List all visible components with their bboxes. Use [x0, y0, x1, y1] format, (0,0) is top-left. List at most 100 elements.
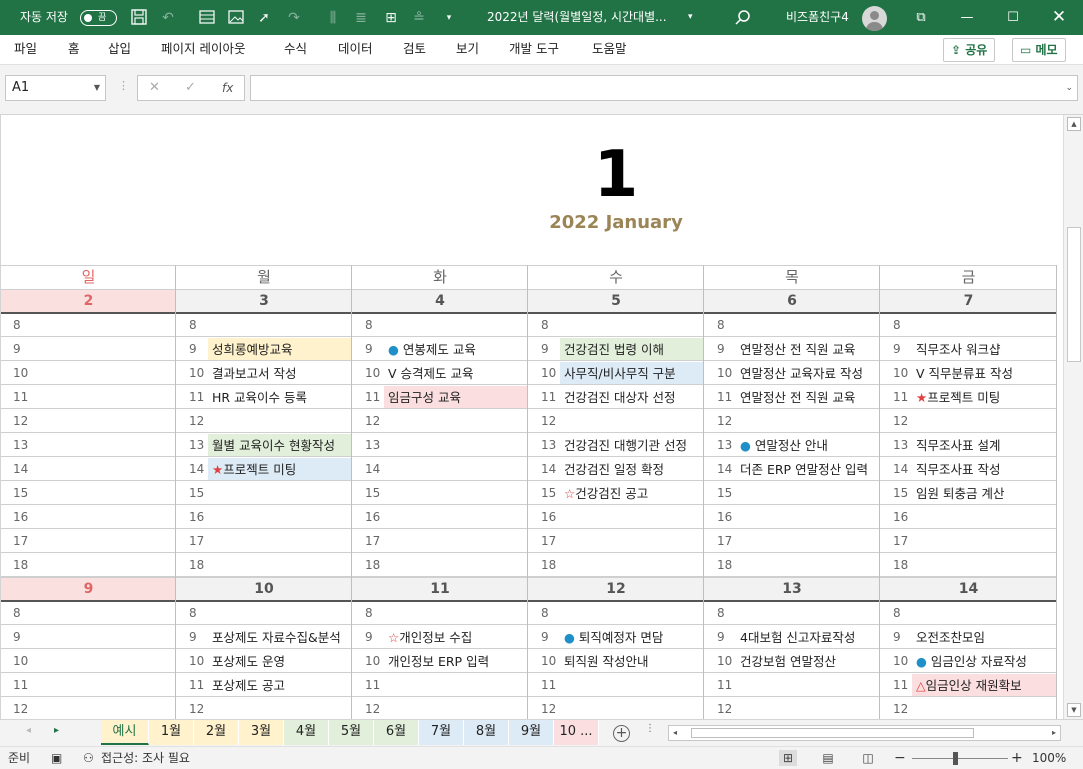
date-cell[interactable]: 7: [880, 289, 1057, 313]
hour-cell[interactable]: 17: [353, 529, 387, 553]
menu-home[interactable]: 홈: [68, 35, 80, 63]
hour-cell[interactable]: 13: [881, 433, 915, 457]
event-cell[interactable]: 사무직/비사무직 구분: [560, 362, 703, 385]
hour-cell[interactable]: 9: [1, 337, 35, 361]
hour-cell[interactable]: 15: [177, 481, 211, 505]
normal-view-icon[interactable]: ⊞: [779, 750, 797, 766]
date-cell[interactable]: 3: [176, 289, 352, 313]
hour-cell[interactable]: 11: [177, 673, 211, 697]
sheet-tab[interactable]: 2월: [194, 720, 239, 745]
worksheet[interactable]: 1 2022 January 일 월 화 수 목 금 2 3 4 5 6 7 8 8 8 8 8 8 9 9 성희롱예방교육…: [0, 115, 1063, 719]
event-cell[interactable]: ● 퇴직예정자 면담: [560, 626, 703, 649]
hour-cell[interactable]: 9: [705, 625, 739, 649]
date-cell[interactable]: 10: [176, 577, 352, 601]
hour-cell[interactable]: 11: [177, 385, 211, 409]
event-cell[interactable]: ★프로젝트 미팅: [208, 458, 351, 481]
event-cell[interactable]: ● 연봉제도 교육: [384, 338, 527, 361]
hour-cell[interactable]: 8: [177, 601, 211, 625]
event-cell[interactable]: ☆건강검진 공고: [560, 482, 703, 505]
prev-sheet-icon[interactable]: ◂: [26, 725, 31, 736]
hour-cell[interactable]: 11: [529, 385, 563, 409]
hour-cell[interactable]: 13: [529, 433, 563, 457]
hour-cell[interactable]: 9: [529, 337, 563, 361]
cancel-icon[interactable]: ✕: [149, 76, 160, 100]
event-cell[interactable]: 임원 퇴충금 계산: [912, 482, 1056, 505]
hour-cell[interactable]: 10: [705, 649, 739, 673]
document-title[interactable]: 2022년 달력(월별일정, 시간대별...: [487, 0, 667, 35]
sheet-tab[interactable]: 9월: [509, 720, 554, 745]
hour-cell[interactable]: 11: [881, 385, 915, 409]
sheet-tab[interactable]: 6월: [374, 720, 419, 745]
pointer-icon[interactable]: ➚: [254, 8, 274, 28]
hour-cell[interactable]: 10: [529, 361, 563, 385]
scroll-left-icon[interactable]: ◂: [673, 726, 677, 740]
event-cell[interactable]: ★프로젝트 미팅: [912, 386, 1056, 409]
event-cell[interactable]: HR 교육이수 등록: [208, 386, 351, 409]
hour-cell[interactable]: 15: [1, 481, 35, 505]
image-icon[interactable]: [226, 8, 246, 28]
hour-cell[interactable]: 12: [705, 697, 739, 719]
hour-cell[interactable]: 17: [705, 529, 739, 553]
hour-cell[interactable]: 12: [529, 409, 563, 433]
hour-cell[interactable]: 16: [353, 505, 387, 529]
memo-button[interactable]: ▭ 메모: [1012, 38, 1066, 62]
hour-cell[interactable]: 11: [705, 673, 739, 697]
hour-cell[interactable]: 10: [1, 361, 35, 385]
sheet-tab[interactable]: 예시: [101, 720, 149, 745]
sheet-tab[interactable]: 5월: [329, 720, 374, 745]
undo-icon[interactable]: ↶: [158, 8, 178, 28]
hour-cell[interactable]: 14: [529, 457, 563, 481]
next-sheet-icon[interactable]: ▸: [54, 725, 59, 736]
hour-cell[interactable]: 12: [529, 697, 563, 719]
zoom-in-icon[interactable]: +: [1011, 747, 1023, 769]
hour-cell[interactable]: 14: [177, 457, 211, 481]
avatar[interactable]: [862, 6, 887, 31]
event-cell[interactable]: 개인정보 ERP 입력: [384, 650, 527, 673]
hour-cell[interactable]: 13: [1, 433, 35, 457]
event-cell[interactable]: 건강검진 대상자 선정: [560, 386, 703, 409]
function-icon[interactable]: fx: [222, 76, 233, 100]
hour-cell[interactable]: 8: [353, 601, 387, 625]
hour-cell[interactable]: 9: [881, 625, 915, 649]
hour-cell[interactable]: 8: [1, 601, 35, 625]
event-cell[interactable]: 4대보험 신고자료작성: [736, 626, 879, 649]
event-cell[interactable]: 포상제도 운영: [208, 650, 351, 673]
event-cell[interactable]: ● 연말정산 안내: [736, 434, 879, 457]
event-cell[interactable]: ☆개인정보 수집: [384, 626, 527, 649]
hour-cell[interactable]: 9: [705, 337, 739, 361]
scroll-down-icon[interactable]: ▼: [1067, 703, 1081, 717]
zoom-level[interactable]: 100%: [1032, 747, 1066, 769]
horizontal-scrollbar[interactable]: ◂ ▸: [668, 725, 1061, 741]
sheet-tab[interactable]: 7월: [419, 720, 464, 745]
hour-cell[interactable]: 15: [353, 481, 387, 505]
event-cell[interactable]: 퇴직원 작성안내: [560, 650, 703, 673]
menu-page-layout[interactable]: 페이지 레이아웃: [161, 35, 245, 63]
hour-cell[interactable]: 8: [529, 313, 563, 337]
hour-cell[interactable]: 14: [1, 457, 35, 481]
hour-cell[interactable]: 18: [529, 553, 563, 577]
event-cell[interactable]: V 승격제도 교육: [384, 362, 527, 385]
hour-cell[interactable]: 8: [177, 313, 211, 337]
hour-cell[interactable]: 9: [353, 625, 387, 649]
event-cell[interactable]: 더존 ERP 연말정산 입력: [736, 458, 879, 481]
menu-file[interactable]: 파일: [14, 35, 37, 63]
hour-cell[interactable]: 11: [705, 385, 739, 409]
hour-cell[interactable]: 14: [353, 457, 387, 481]
date-cell[interactable]: 9: [1, 577, 176, 601]
sheet-tab[interactable]: 1월: [149, 720, 194, 745]
hour-cell[interactable]: 17: [177, 529, 211, 553]
hour-cell[interactable]: 13: [177, 433, 211, 457]
hour-cell[interactable]: 10: [1, 649, 35, 673]
hour-cell[interactable]: 17: [529, 529, 563, 553]
event-cell[interactable]: △임금인상 재원확보: [912, 674, 1056, 697]
sheet-tab[interactable]: 10 ...: [554, 720, 599, 745]
close-icon[interactable]: ✕: [1036, 0, 1082, 35]
zoom-out-icon[interactable]: −: [894, 747, 906, 769]
hour-cell[interactable]: 16: [1, 505, 35, 529]
vertical-scrollbar[interactable]: ▲ ▼: [1063, 115, 1083, 719]
event-cell[interactable]: 월별 교육이수 현황작성: [208, 434, 351, 457]
date-cell[interactable]: 11: [352, 577, 528, 601]
confirm-icon[interactable]: ✓: [185, 76, 196, 100]
hour-cell[interactable]: 11: [881, 673, 915, 697]
filter-icon[interactable]: [197, 8, 217, 28]
